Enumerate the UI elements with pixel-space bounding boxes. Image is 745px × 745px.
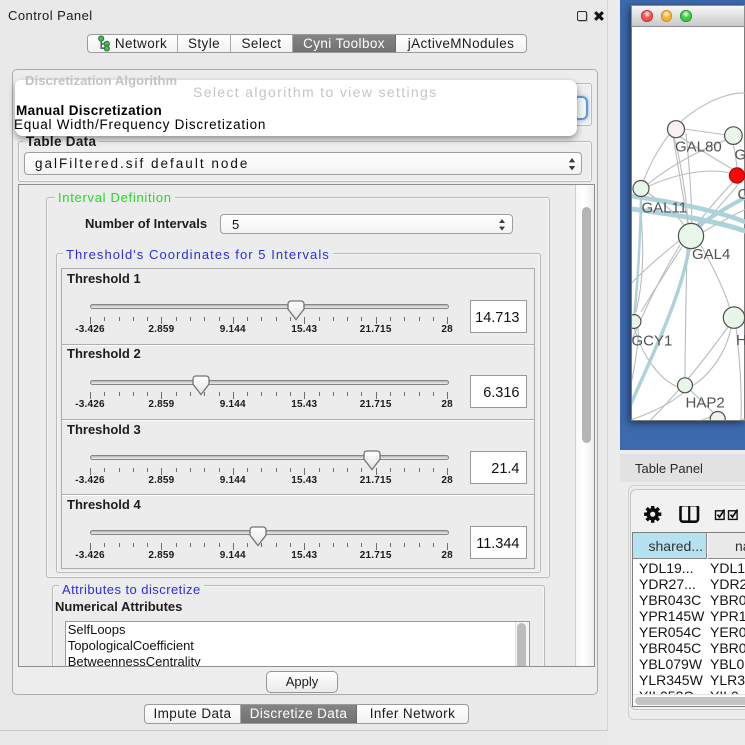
svg-text:GA: GA <box>735 147 745 164</box>
svg-text:GAL80: GAL80 <box>675 139 722 156</box>
svg-text:HA: HA <box>736 332 745 349</box>
svg-text:C: C <box>738 186 745 203</box>
svg-text:GCY1: GCY1 <box>632 333 672 350</box>
svg-text:HAP2: HAP2 <box>686 395 725 412</box>
svg-text:GAL4: GAL4 <box>692 246 730 263</box>
svg-text:GAL11: GAL11 <box>642 200 688 217</box>
